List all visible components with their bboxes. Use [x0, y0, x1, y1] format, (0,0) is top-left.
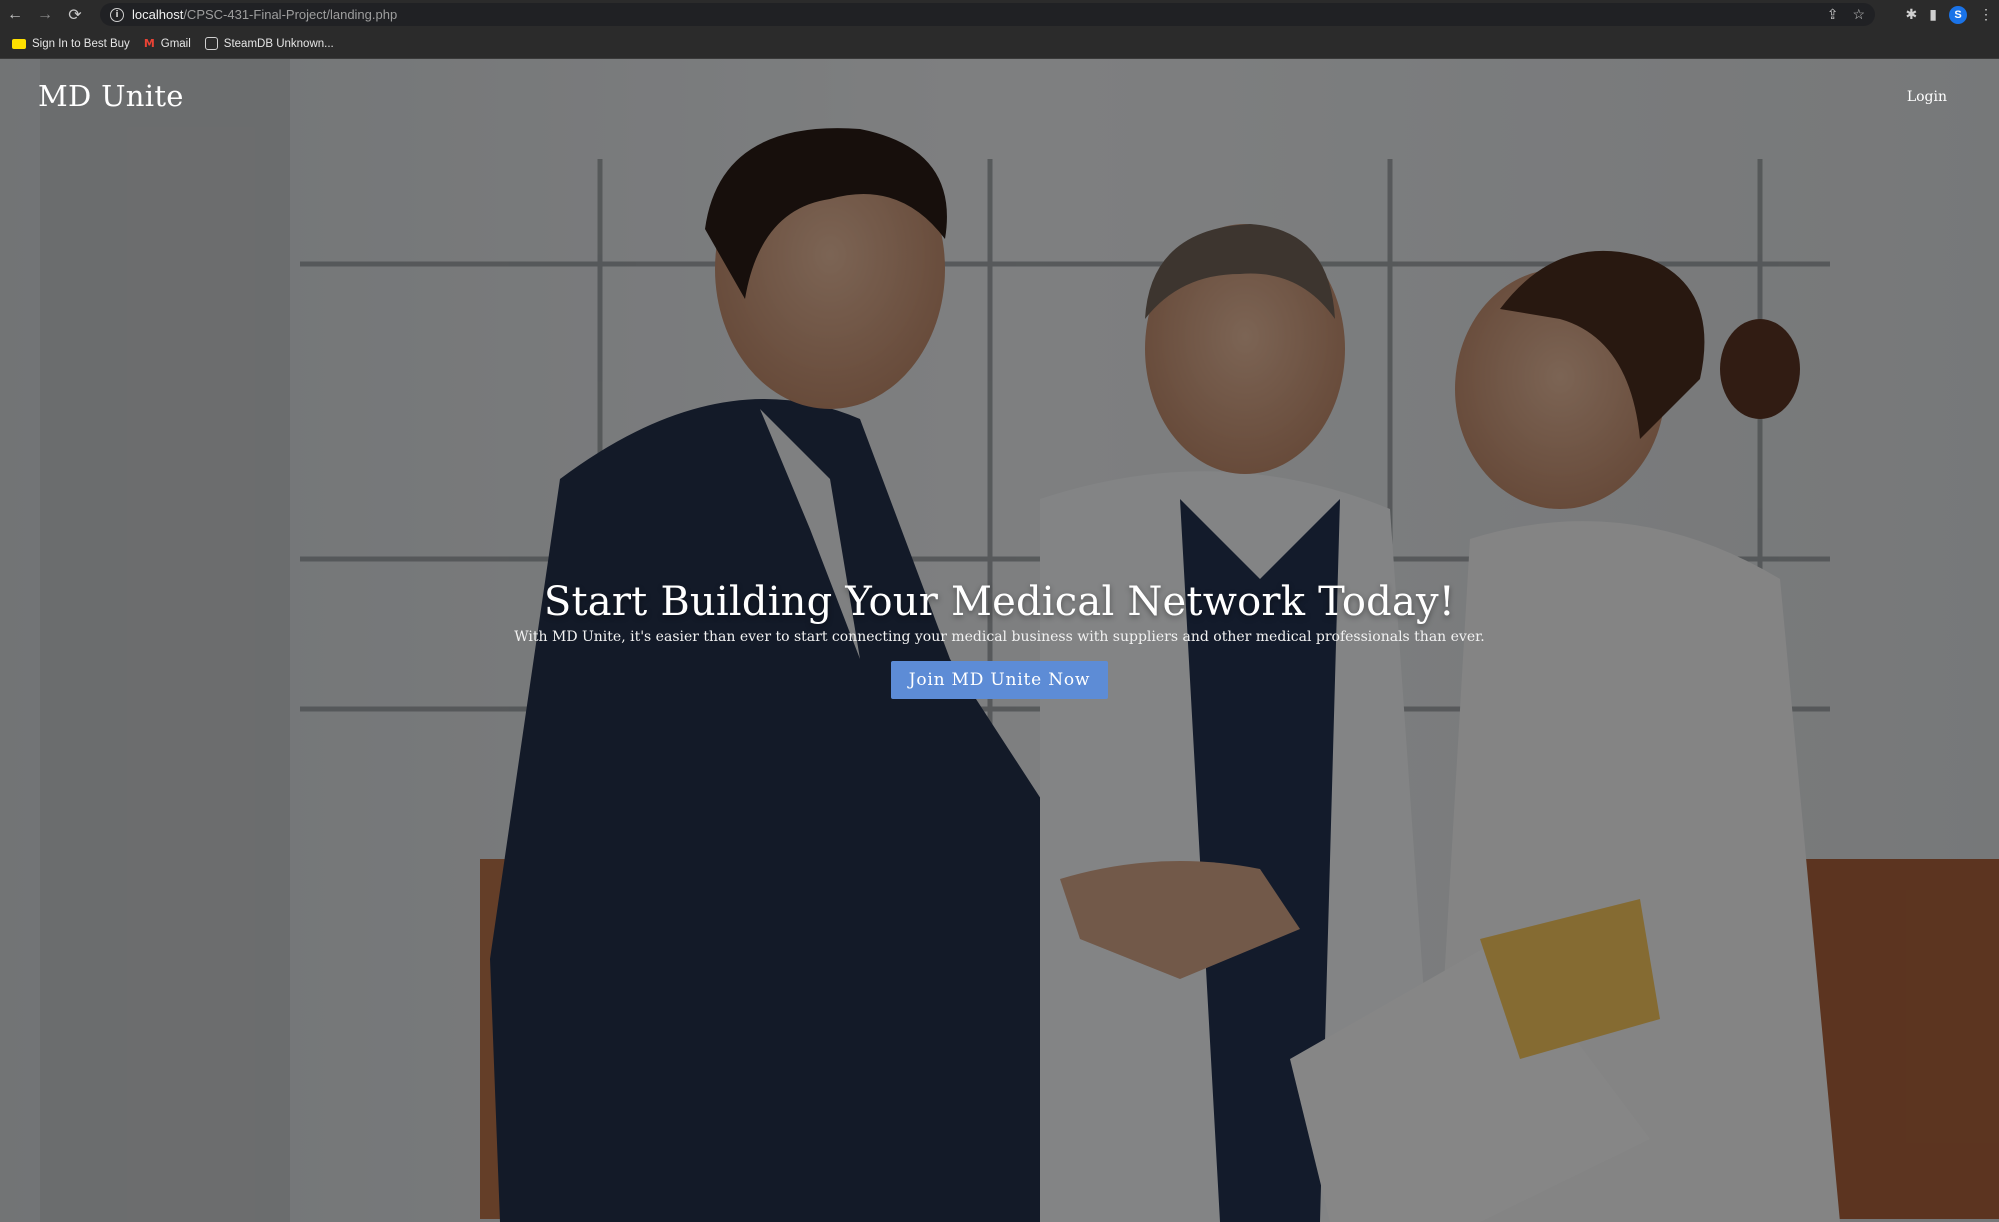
reload-icon: ⟳: [68, 6, 82, 24]
hero-section: Start Building Your Medical Network Toda…: [0, 579, 1999, 699]
bookmark-label: Sign In to Best Buy: [32, 37, 130, 50]
toolbar-actions: ✱ ▮ S ⋮: [1906, 0, 1993, 29]
bookmark-label: Gmail: [160, 37, 191, 50]
bookmark-bestbuy[interactable]: Sign In to Best Buy: [12, 38, 130, 50]
reload-button[interactable]: ⟳: [60, 0, 90, 29]
hero-title: Start Building Your Medical Network Toda…: [543, 579, 1456, 625]
join-now-button[interactable]: Join MD Unite Now: [890, 661, 1109, 699]
address-bar[interactable]: i localhost/CPSC-431-Final-Project/landi…: [100, 3, 1875, 26]
forward-button[interactable]: →: [30, 0, 60, 29]
bookmark-gmail[interactable]: M Gmail: [144, 37, 191, 50]
url-path: /CPSC-431-Final-Project/landing.php: [183, 7, 398, 22]
gmail-icon: M: [143, 37, 155, 50]
steamdb-icon: [204, 37, 218, 50]
site-info-icon[interactable]: i: [110, 7, 124, 22]
forward-arrow-icon: →: [37, 5, 53, 23]
share-icon[interactable]: ⇪: [1827, 6, 1839, 23]
menu-kebab-icon[interactable]: ⋮: [1979, 6, 1993, 23]
hero-subtitle: With MD Unite, it's easier than ever to …: [514, 629, 1485, 645]
bookmarks-bar: Sign In to Best Buy M Gmail SteamDB Unkn…: [0, 29, 1999, 59]
profile-avatar[interactable]: S: [1949, 5, 1967, 24]
address-bar-actions: ⇪ ☆: [1827, 3, 1865, 26]
bestbuy-icon: [12, 38, 26, 49]
back-button[interactable]: ←: [0, 0, 30, 29]
back-arrow-icon: ←: [7, 5, 23, 23]
url-host: localhost: [132, 7, 184, 22]
extensions-icon[interactable]: ✱: [1906, 6, 1918, 23]
bookmark-label: SteamDB Unknown...: [223, 37, 334, 50]
landing-page: MD Unite Login Start Building Your Medic…: [0, 59, 1999, 1222]
bookmark-steamdb[interactable]: SteamDB Unknown...: [204, 37, 334, 50]
side-panel-icon[interactable]: ▮: [1929, 6, 1937, 23]
browser-toolbar: ← → ⟳ i localhost/CPSC-431-Final-Project…: [0, 0, 1999, 29]
site-brand-logo[interactable]: MD Unite: [38, 79, 184, 113]
bookmark-star-icon[interactable]: ☆: [1852, 6, 1865, 23]
login-link[interactable]: Login: [1907, 89, 1947, 105]
